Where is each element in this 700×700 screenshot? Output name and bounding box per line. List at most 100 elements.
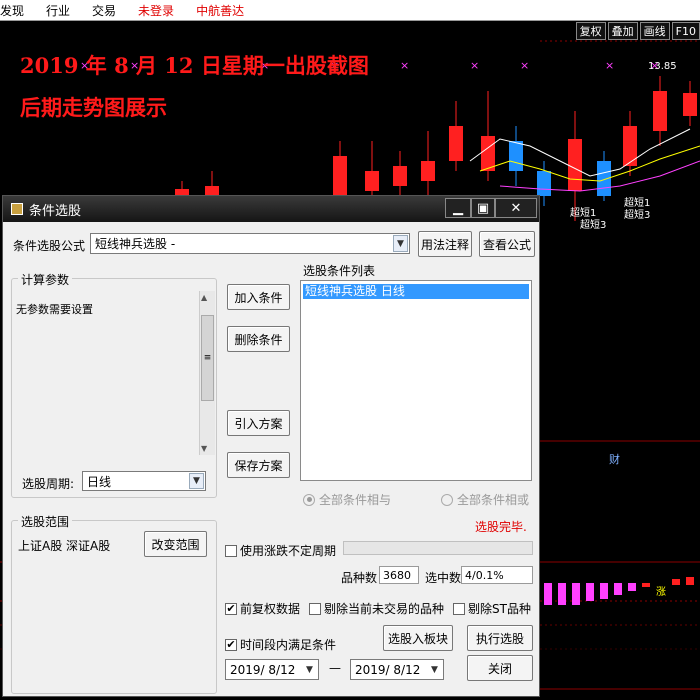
candle-body: [683, 93, 697, 116]
change-range-button[interactable]: 改变范围: [144, 531, 207, 557]
scroll-up-icon[interactable]: ▲: [201, 293, 207, 302]
scroll-down-icon[interactable]: ▼: [201, 444, 207, 453]
radio-all-or[interactable]: 全部条件相或: [441, 491, 529, 508]
toolbar-overlay-button[interactable]: 叠加: [607, 22, 638, 40]
candle-body: [623, 126, 637, 166]
execute-button[interactable]: 执行选股: [467, 625, 533, 651]
minimize-icon[interactable]: ▁: [445, 198, 471, 218]
period-label: 选股周期:: [22, 477, 75, 491]
candle-body: [481, 136, 495, 171]
menu-bar: 发现 行业 交易 未登录 中航善达: [0, 0, 700, 21]
volume-bar: [600, 583, 608, 599]
irregular-period-label: 使用涨跌不定周期: [240, 544, 337, 558]
exclude-untraded-checkbox[interactable]: 剔除当前未交易的品种: [309, 600, 444, 617]
candle-body: [537, 171, 551, 196]
chevron-down-icon[interactable]: ▼: [427, 661, 442, 678]
candle-body: [421, 161, 435, 181]
toolbar-f10-button[interactable]: F10: [671, 22, 700, 40]
candle-body: [568, 139, 582, 191]
chevron-down-icon[interactable]: ▼: [189, 473, 204, 489]
exclude-st-checkbox[interactable]: 剔除ST品种: [453, 600, 531, 617]
menu-trade[interactable]: 交易: [92, 2, 116, 19]
volume-bar: [642, 583, 650, 587]
volume-bar: [558, 583, 566, 605]
formula-select[interactable]: 短线神兵选股 - ▼: [90, 233, 410, 254]
chart-toolbar: 复权 叠加 画线 F10: [575, 22, 700, 40]
forward-adjust-label: 前复权数据: [240, 602, 301, 616]
date-to-picker[interactable]: 2019/ 8/12 ▼: [350, 659, 444, 680]
radio-all-and[interactable]: 全部条件相与: [303, 491, 391, 508]
marker-x: ×: [470, 59, 479, 72]
marker-x: ×: [520, 59, 529, 72]
range-title: 选股范围: [18, 513, 73, 530]
menu-industry[interactable]: 行业: [46, 2, 70, 19]
toolbar-draw-button[interactable]: 画线: [639, 22, 670, 40]
period-select[interactable]: 日线 ▼: [82, 471, 206, 491]
formula-label: 条件选股公式: [13, 239, 86, 253]
headline-subtitle: 后期走势图展示: [20, 95, 167, 120]
volume-bar: [672, 579, 680, 585]
chevron-down-icon[interactable]: ▼: [302, 661, 317, 678]
range-value: 上证A股 深证A股: [18, 539, 111, 553]
marker-x: ×: [605, 59, 614, 72]
date-from-picker[interactable]: 2019/ 8/12 ▼: [225, 659, 319, 680]
volume-bar: [544, 583, 552, 605]
exclude-untraded-label: 剔除当前未交易的品种: [324, 602, 445, 616]
stock-screen-dialog: 条件选股 ▁ ▣ ✕ 条件选股公式 短线神兵选股 - ▼ 用法注释 查看公式 计…: [2, 195, 540, 697]
maximize-icon[interactable]: ▣: [471, 198, 495, 218]
close-button[interactable]: 关闭: [467, 655, 533, 681]
calc-params-group: 计算参数 无参数需要设置 ▲ ≡ ▼ 选股周期: 日线 ▼: [11, 271, 217, 498]
menu-stock-name[interactable]: 中航善达: [196, 2, 244, 19]
status-text: 选股完毕.: [475, 520, 527, 534]
checkbox-icon: [453, 602, 465, 615]
add-to-board-button[interactable]: 选股入板块: [383, 625, 453, 651]
selected-count-value: 4/0.1%: [461, 566, 533, 584]
radio-dot-icon: [303, 493, 315, 506]
add-condition-button[interactable]: 加入条件: [227, 284, 290, 310]
condition-list-item[interactable]: 短线神兵选股 日线: [303, 284, 529, 299]
volume-bar: [686, 577, 694, 585]
candle-body: [509, 141, 523, 171]
chevron-down-icon[interactable]: ▼: [393, 235, 408, 252]
delete-condition-button[interactable]: 删除条件: [227, 326, 290, 352]
menu-discover[interactable]: 发现: [0, 2, 24, 19]
usage-notes-button[interactable]: 用法注释: [418, 231, 472, 257]
volume-bar: [586, 583, 594, 601]
irregular-period-checkbox[interactable]: 使用涨跌不定周期: [225, 542, 336, 559]
finance-marker: 财: [609, 452, 620, 466]
candle-body: [653, 91, 667, 131]
headline-date: 2019 年 8 月 12 日星期一出股截图: [20, 53, 369, 78]
dialog-title: 条件选股: [29, 203, 82, 219]
radio-all-or-label: 全部条件相或: [457, 493, 530, 507]
checkbox-checked-icon: ✔: [225, 637, 237, 651]
scroll-thumb[interactable]: ≡: [201, 315, 214, 401]
toolbar-adjust-button[interactable]: 复权: [575, 22, 606, 40]
view-formula-button[interactable]: 查看公式: [479, 231, 535, 257]
calc-params-title: 计算参数: [18, 271, 73, 288]
time-range-checkbox[interactable]: ✔ 时间段内满足条件: [225, 636, 336, 653]
condition-list[interactable]: 短线神兵选股 日线: [300, 280, 532, 481]
rise-marker: 涨: [656, 586, 666, 598]
signal-label: 超短3: [624, 208, 650, 221]
marker-x: ×: [400, 59, 409, 72]
range-group: 选股范围 上证A股 深证A股 改变范围: [11, 513, 217, 694]
signal-label: 超短1: [624, 196, 650, 209]
dialog-titlebar[interactable]: 条件选股 ▁ ▣ ✕: [3, 196, 539, 222]
date-to-value: 2019/ 8/12: [355, 662, 421, 677]
params-scrollbar[interactable]: ▲ ≡ ▼: [199, 291, 215, 455]
menu-login-status[interactable]: 未登录: [138, 2, 174, 19]
condition-list-title: 选股条件列表: [303, 264, 376, 278]
signal-label: 超短1: [570, 206, 596, 219]
progress-bar: [343, 541, 533, 555]
close-icon[interactable]: ✕: [495, 198, 537, 218]
volume-bar: [628, 583, 636, 591]
date-from-value: 2019/ 8/12: [230, 662, 296, 677]
forward-adjust-checkbox[interactable]: ✔ 前复权数据: [225, 600, 300, 617]
checkbox-checked-icon: ✔: [225, 601, 237, 615]
checkbox-icon: [309, 602, 321, 615]
import-plan-button[interactable]: 引入方案: [227, 410, 290, 436]
exclude-st-label: 剔除ST品种: [468, 602, 531, 616]
no-params-text: 无参数需要设置: [16, 303, 93, 316]
save-plan-button[interactable]: 保存方案: [227, 452, 290, 478]
date-separator: —: [329, 661, 341, 675]
